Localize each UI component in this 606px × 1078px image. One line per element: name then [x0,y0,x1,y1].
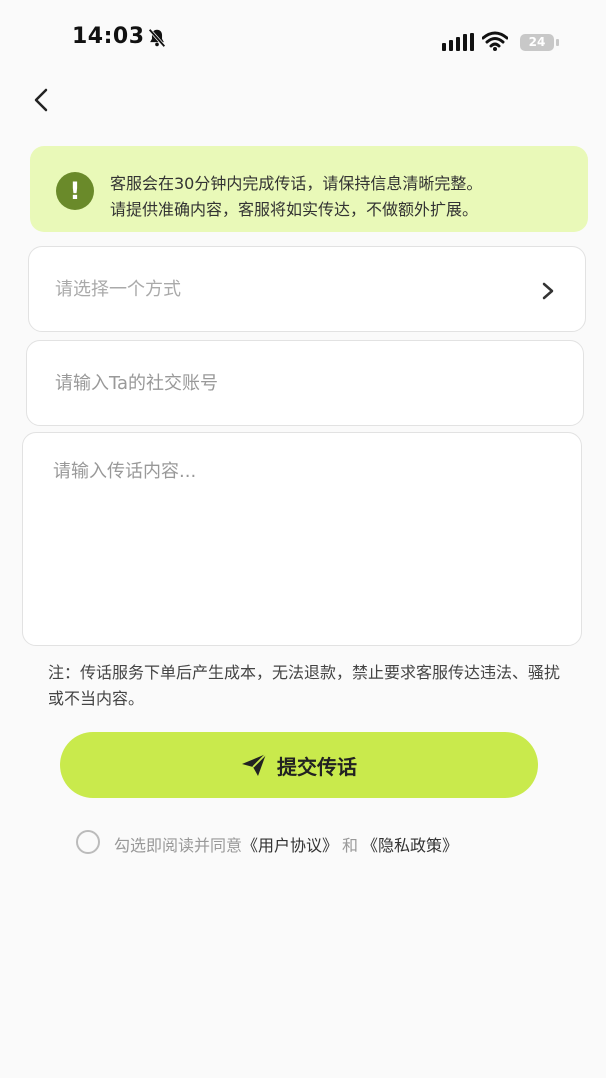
exclamation-icon: ! [56,172,94,210]
signal-icon [442,33,474,51]
chevron-left-icon [34,88,48,112]
notice-line-1: 客服会在30分钟内完成传话，请保持信息清晰完整。 [110,174,483,193]
notice-line-2: 请提供准确内容，客服将如实传达，不做额外扩展。 [110,200,479,219]
method-select-placeholder: 请选择一个方式 [55,279,181,300]
bell-muted-icon [148,28,166,48]
notice-banner: ! 客服会在30分钟内完成传话，请保持信息清晰完整。 请提供准确内容，客服将如实… [30,146,588,232]
content-input[interactable] [51,455,555,629]
status-bar: 14:03 24 [0,0,606,70]
account-field [26,340,584,426]
agreement-checkbox[interactable] [76,830,100,854]
user-agreement-link[interactable]: 《用户协议》 [242,836,338,855]
battery-indicator: 24 [520,34,560,52]
wifi-icon [482,31,508,51]
agreement-prefix: 勾选即阅读并同意 [114,836,243,855]
battery-level: 24 [520,34,554,51]
disclaimer-note: 注：传话服务下单后产生成本，无法退款，禁止要求客服传达违法、骚扰或不当内容。 [48,663,561,708]
privacy-policy-link[interactable]: 《隐私政策》 [362,836,458,855]
account-input[interactable] [53,367,557,399]
method-select[interactable]: 请选择一个方式 [28,246,586,332]
battery-tip [556,39,559,46]
chevron-right-icon [542,282,554,300]
submit-button[interactable]: 提交传话 [60,732,538,798]
content-field [22,432,582,646]
agreement-and: 和 [342,836,359,855]
submit-label: 提交传话 [277,754,357,779]
back-button[interactable] [24,82,60,118]
agreement-row: 勾选即阅读并同意《用户协议》和《隐私政策》 [76,830,556,858]
status-time: 14:03 [72,24,145,49]
send-icon [242,753,267,776]
agreement-text: 勾选即阅读并同意《用户协议》和《隐私政策》 [114,832,458,856]
